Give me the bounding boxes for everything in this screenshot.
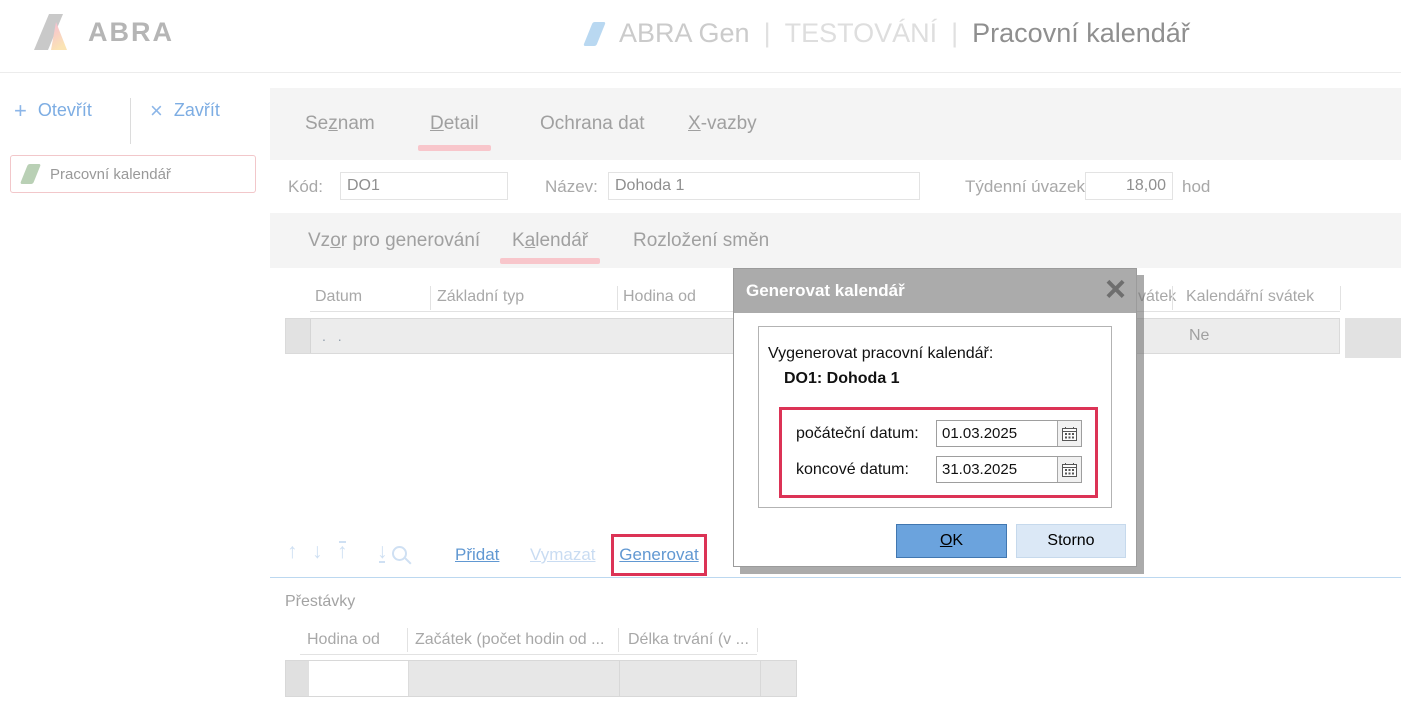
column-separator [617, 286, 618, 310]
nazev-input[interactable] [608, 172, 920, 200]
dialog-body: Vygenerovat pracovní kalendář: DO1: Doho… [734, 313, 1136, 566]
tab-detail[interactable]: Detail [430, 88, 479, 160]
plus-icon: + [14, 101, 27, 121]
column-header-svatek-partial[interactable]: vátek [1138, 283, 1176, 311]
agenda-icon [20, 164, 41, 184]
generate-annotation-box: Generovat [611, 534, 707, 576]
top-header: ABRA ABRA Gen | TESTOVÁNÍ | Pracovní kal… [0, 0, 1401, 73]
move-to-bottom-icon[interactable]: ↓ [377, 540, 388, 564]
tab-ochrana-dat[interactable]: Ochrana dat [540, 88, 645, 160]
breaks-column-hodina-od[interactable]: Hodina od [307, 625, 380, 655]
end-date-field [936, 456, 1082, 483]
column-header-hodina-od[interactable]: Hodina od [623, 283, 696, 311]
ok-button[interactable]: OK [896, 524, 1007, 558]
edit-cell-hodina-od[interactable] [309, 661, 409, 696]
nazev-label: Název: [545, 160, 598, 213]
header-underline [300, 654, 757, 655]
page-title-icon [583, 22, 606, 46]
dialog-close-icon[interactable]: × [1105, 267, 1126, 311]
tydenni-uvazek-input[interactable] [1085, 172, 1173, 200]
end-date-input[interactable] [937, 457, 1057, 482]
uvazek-unit-label: hod [1182, 160, 1210, 213]
breaks-section-label: Přestávky [285, 593, 355, 611]
tab-x-vazby[interactable]: X-vazby [688, 88, 757, 160]
close-icon: × [150, 101, 163, 121]
cancel-button[interactable]: Storno [1016, 524, 1126, 558]
tab-vzor-pro-generovani[interactable]: Vzor pro generování [308, 213, 480, 268]
main-tab-bar: Seznam Detail Ochrana dat X-vazby [270, 88, 1401, 160]
abra-gen-window: ABRA ABRA Gen | TESTOVÁNÍ | Pracovní kal… [0, 0, 1401, 711]
environment-name: TESTOVÁNÍ [785, 18, 938, 49]
sidebar-item-label: Pracovní kalendář [50, 166, 171, 183]
move-up-icon[interactable]: ↑ [287, 540, 298, 564]
kod-label: Kód: [288, 160, 323, 213]
start-date-input[interactable] [937, 421, 1057, 446]
open-button-label: Otevřít [38, 100, 92, 121]
breaks-column-zacatek[interactable]: Začátek (počet hodin od ... [415, 625, 604, 655]
add-link[interactable]: Přidat [455, 542, 499, 568]
column-header-datum[interactable]: Datum [315, 283, 362, 311]
cell-divider [619, 661, 620, 696]
abra-logo: ABRA [34, 14, 174, 50]
row-filler [1345, 318, 1401, 358]
open-button[interactable]: + Otevřít [14, 100, 92, 121]
column-separator [1340, 286, 1341, 310]
page-title: Pracovní kalendář [972, 18, 1190, 49]
tab-rozlozeni-smen[interactable]: Rozložení směn [633, 213, 769, 268]
column-separator [757, 628, 758, 652]
dialog-message: Vygenerovat pracovní kalendář: [768, 345, 993, 363]
sidebar-item-pracovni-kalendar[interactable]: Pracovní kalendář [10, 155, 256, 193]
row-selector-cell[interactable] [286, 319, 311, 353]
abra-logo-text: ABRA [88, 17, 174, 48]
dialog-title: Generovat kalendář [746, 281, 905, 301]
tydenni-uvazek-label: Týdenní úvazek: [965, 160, 1090, 213]
start-date-field [936, 420, 1082, 447]
title-separator: | [764, 18, 771, 49]
column-header-zakladni-typ[interactable]: Základní typ [437, 283, 524, 311]
column-separator [407, 628, 408, 652]
start-date-label: počáteční datum: [796, 420, 919, 447]
dialog-title-bar[interactable]: Generovat kalendář × [734, 269, 1136, 313]
title-separator: | [951, 18, 958, 49]
generate-link[interactable]: Generovat [619, 542, 698, 568]
generate-calendar-dialog: Generovat kalendář × Vygenerovat pracovn… [733, 268, 1137, 567]
column-header-kalendarni-svatek[interactable]: Kalendářní svátek [1186, 283, 1314, 311]
move-to-top-icon[interactable]: ↑ [337, 540, 348, 564]
sidebar-toolbar-divider [130, 98, 131, 144]
delete-link[interactable]: Vymazat [530, 542, 596, 568]
detail-form: Kód: Název: Týdenní úvazek: hod [270, 160, 1401, 213]
search-icon[interactable] [392, 546, 407, 561]
calendar-picker-icon[interactable] [1057, 421, 1081, 446]
close-agenda-button[interactable]: × Zavřít [150, 100, 220, 121]
move-down-icon[interactable]: ↓ [312, 540, 323, 564]
column-separator [1172, 286, 1173, 310]
breaks-table-row[interactable] [285, 660, 797, 697]
window-title: ABRA Gen | TESTOVÁNÍ | Pracovní kalendář [588, 18, 1190, 49]
column-separator [430, 286, 431, 310]
column-separator [618, 628, 619, 652]
close-button-label: Zavřít [174, 100, 220, 121]
section-divider [270, 577, 1401, 578]
dialog-subject: DO1: Dohoda 1 [784, 370, 900, 388]
cell-divider [760, 661, 761, 696]
app-name: ABRA Gen [619, 18, 750, 49]
breaks-column-delka[interactable]: Délka trvání (v ... [628, 625, 749, 655]
tab-kalendar[interactable]: Kalendář [512, 213, 588, 268]
calendar-picker-icon[interactable] [1057, 457, 1081, 482]
cell-kalendarni-svatek: Ne [1189, 319, 1209, 353]
sub-tab-bar: Vzor pro generování Kalendář Rozložení s… [270, 213, 1401, 268]
row-selector-cell[interactable] [286, 661, 310, 696]
cell-datum: . . [322, 319, 346, 353]
kod-input[interactable] [340, 172, 508, 200]
end-date-label: koncové datum: [796, 456, 909, 483]
abra-logo-icon [34, 14, 78, 50]
tab-seznam[interactable]: Seznam [305, 88, 375, 160]
